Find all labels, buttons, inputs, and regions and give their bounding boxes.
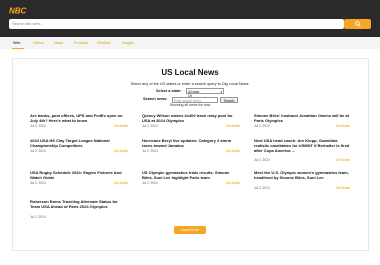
tab-images[interactable]: Images (122, 41, 134, 45)
search-icon (354, 21, 361, 27)
news-date: Jul 2, 2024 (142, 124, 158, 128)
news-date: Jul 2, 2024 (30, 215, 46, 219)
active-tab-underline (12, 48, 24, 49)
news-title[interactable]: US Olympic gymnastics trials results: Si… (142, 170, 240, 180)
news-item[interactable]: 2024 USA HS Clay Target League National … (30, 138, 128, 154)
news-date: Jul 2, 2024 (30, 149, 46, 153)
get-notes-link[interactable]: Get Notes (226, 181, 240, 185)
search-button[interactable] (344, 19, 371, 29)
get-notes-link[interactable]: Get Notes (226, 149, 240, 153)
news-date: Jul 2, 2024 (142, 181, 158, 185)
news-date: Jul 2, 2024 (142, 149, 158, 153)
news-title[interactable]: Meet the U.S. Olympic women's gymnastics… (254, 170, 350, 180)
showing-text: Showing all news for now (169, 103, 211, 107)
news-title[interactable]: Next USA head coach: Are Klopp, Guardiol… (254, 138, 350, 153)
get-notes-link[interactable]: Get Notes (336, 124, 350, 128)
tab-videos[interactable]: Videos (33, 41, 44, 45)
search-input[interactable]: Search the web... (9, 19, 344, 29)
news-item[interactable]: US Olympic gymnastics trials results: Si… (142, 170, 240, 186)
news-item[interactable]: Next USA head coach: Are Klopp, Guardiol… (254, 138, 350, 162)
news-item[interactable]: Quincy Wilson makes 4x400 track relay po… (142, 113, 240, 129)
get-notes-link[interactable]: Get Notes (114, 181, 128, 185)
news-date: Jul 2, 2024 (30, 124, 46, 128)
tab-web[interactable]: Web (13, 41, 20, 45)
get-notes-link[interactable]: Get Notes (336, 186, 350, 190)
load-more-button[interactable]: Load More (174, 226, 206, 234)
news-title[interactable]: Simone Biles' husband Jonathan Owens wil… (254, 113, 350, 123)
news-item[interactable]: USA Rugby Schedule 2024: Eagles Fixtures… (30, 170, 128, 186)
news-title[interactable]: Quincy Wilson makes 4x400 track relay po… (142, 113, 240, 123)
page-description: Select any of the US states or enter a s… (130, 82, 250, 86)
get-notes-link[interactable]: Get Notes (114, 149, 128, 153)
select-label: Select a state: (156, 89, 182, 93)
news-title[interactable]: Are banks, post offices, UPS and FedEx o… (30, 113, 128, 123)
news-title[interactable]: USA Rugby Schedule 2024: Eagles Fixtures… (30, 170, 128, 180)
news-title[interactable]: 2024 USA HS Clay Target League National … (30, 138, 128, 148)
tab-products[interactable]: Products (74, 41, 88, 45)
get-notes-link[interactable]: Get Notes (226, 124, 240, 128)
nav-bar: Web Videos News Products Weather Images (0, 37, 380, 49)
top-bar: NBC Search the web... (0, 0, 380, 37)
tab-news[interactable]: News (54, 41, 63, 45)
news-date: Jul 2, 2024 (254, 186, 270, 190)
news-item[interactable]: Meet the U.S. Olympic women's gymnastics… (254, 170, 350, 190)
news-item[interactable]: Are banks, post offices, UPS and FedEx o… (30, 113, 128, 129)
news-date: Jul 2, 2024 (254, 158, 270, 162)
get-notes-link[interactable]: Get Notes (336, 158, 350, 162)
news-date: Jul 2, 2024 (254, 124, 270, 128)
page-title: US Local News (161, 68, 219, 77)
news-item[interactable]: Roberson Earns Traveling Alternate Statu… (30, 199, 128, 219)
logo-text: NBC (9, 7, 27, 16)
search-news-label: Search news: (143, 97, 168, 101)
tab-weather[interactable]: Weather (97, 41, 111, 45)
news-title[interactable]: Hurricane Beryl live updates: Category 4… (142, 138, 240, 148)
get-notes-link[interactable]: Get Notes (114, 124, 128, 128)
news-item[interactable]: Simone Biles' husband Jonathan Owens wil… (254, 113, 350, 129)
news-title[interactable]: Roberson Earns Traveling Alternate Statu… (30, 199, 128, 209)
logo[interactable]: NBC (9, 6, 31, 16)
news-date: Jul 2, 2024 (30, 181, 46, 185)
news-item[interactable]: Hurricane Beryl live updates: Category 4… (142, 138, 240, 154)
